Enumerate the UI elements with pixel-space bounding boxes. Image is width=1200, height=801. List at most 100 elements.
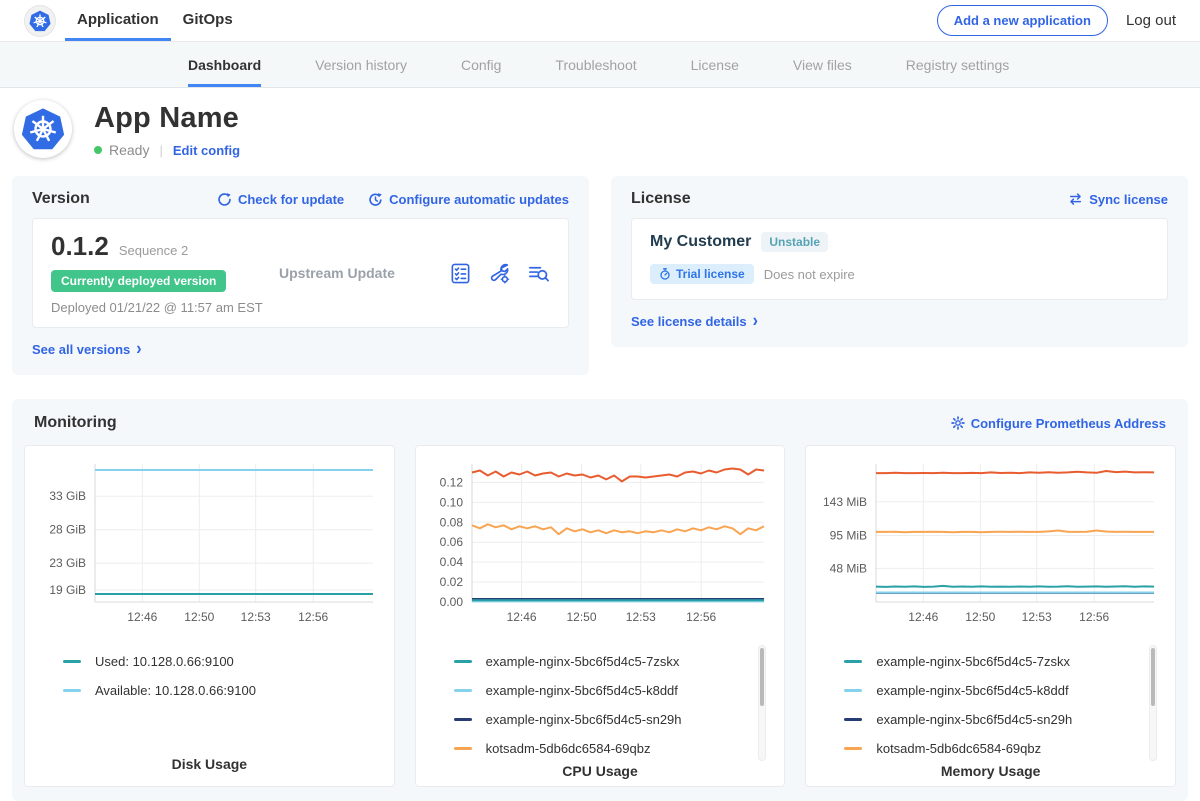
legend-scrollbar-thumb[interactable]	[760, 648, 764, 706]
legend-color-dash	[844, 747, 862, 750]
configure-prometheus-link[interactable]: Configure Prometheus Address	[951, 416, 1166, 431]
legend-color-dash	[63, 689, 81, 692]
legend-item: Used: 10.128.0.66:9100	[63, 647, 384, 676]
disk-usage-plot: 19 GiB23 GiB28 GiB33 GiB12:4612:5012:531…	[35, 456, 384, 633]
subnav-item-dashboard[interactable]: Dashboard	[188, 42, 261, 87]
svg-text:0.04: 0.04	[439, 555, 463, 569]
legend-label: example-nginx-5bc6f5d4c5-7zskx	[876, 654, 1070, 669]
version-card: Version Check for update Configure autom…	[12, 176, 589, 375]
legend-item: example-nginx-5bc6f5d4c5-7zskx	[844, 647, 1165, 676]
legend-label: example-nginx-5bc6f5d4c5-sn29h	[486, 712, 682, 727]
cpu-usage-card: 0.000.020.040.060.080.100.1212:4612:5012…	[415, 445, 786, 787]
status-dot	[94, 146, 102, 154]
topnav-tab-gitops[interactable]: GitOps	[171, 0, 245, 41]
chevron-right-icon: ›	[136, 344, 141, 356]
svg-text:12:50: 12:50	[966, 610, 996, 624]
subnav-item-config[interactable]: Config	[461, 42, 501, 87]
svg-text:12:53: 12:53	[1022, 610, 1052, 624]
chart-legend: example-nginx-5bc6f5d4c5-7zskx example-ng…	[816, 647, 1165, 763]
chart-legend: Used: 10.128.0.66:9100Available: 10.128.…	[35, 647, 384, 705]
svg-text:0.12: 0.12	[439, 475, 463, 489]
monitoring-card: Monitoring Configure Prometheus Address …	[12, 399, 1188, 801]
legend-scrollbar-thumb[interactable]	[1151, 648, 1155, 706]
svg-text:12:50: 12:50	[566, 610, 596, 624]
svg-text:23 GiB: 23 GiB	[49, 556, 86, 570]
legend-label: example-nginx-5bc6f5d4c5-7zskx	[486, 654, 680, 669]
legend-color-dash	[63, 660, 81, 663]
legend-scrollbar[interactable]	[758, 645, 766, 761]
config-wrench-icon[interactable]	[488, 262, 511, 285]
legend-item: example-nginx-5bc6f5d4c5-k8ddf	[844, 676, 1165, 705]
svg-text:0.06: 0.06	[439, 535, 463, 549]
view-diff-icon[interactable]	[527, 262, 550, 285]
top-nav: ApplicationGitOps Add a new application …	[0, 0, 1200, 42]
svg-text:0.10: 0.10	[439, 495, 463, 509]
svg-text:12:53: 12:53	[625, 610, 655, 624]
legend-item: example-nginx-5bc6f5d4c5-sn29h	[454, 705, 775, 734]
add-new-application-button[interactable]: Add a new application	[937, 5, 1108, 36]
cpu-usage-plot: 0.000.020.040.060.080.100.1212:4612:5012…	[426, 456, 775, 633]
subnav-item-license[interactable]: License	[691, 42, 739, 87]
svg-text:0.02: 0.02	[439, 575, 463, 589]
legend-label: example-nginx-5bc6f5d4c5-k8ddf	[876, 683, 1068, 698]
legend-label: example-nginx-5bc6f5d4c5-sn29h	[876, 712, 1072, 727]
channel-badge: Unstable	[761, 232, 828, 252]
see-license-details-link[interactable]: See license details ›	[631, 314, 758, 329]
memory-usage-card: 48 MiB95 MiB143 MiB12:4612:5012:5312:56e…	[805, 445, 1176, 787]
gear-icon	[951, 416, 965, 430]
preflight-checklist-icon[interactable]	[449, 262, 472, 285]
check-for-update-link[interactable]: Check for update	[217, 192, 344, 207]
legend-item: example-nginx-5bc6f5d4c5-k8ddf	[454, 676, 775, 705]
clock-refresh-icon	[368, 192, 383, 207]
svg-text:0.08: 0.08	[439, 515, 463, 529]
customer-name: My Customer	[650, 233, 751, 251]
svg-text:33 GiB: 33 GiB	[49, 489, 86, 503]
svg-text:143 MiB: 143 MiB	[823, 495, 867, 509]
subnav-item-troubleshoot[interactable]: Troubleshoot	[555, 42, 636, 87]
legend-color-dash	[454, 747, 472, 750]
legend-color-dash	[844, 689, 862, 692]
license-expiry: Does not expire	[764, 267, 855, 282]
see-all-versions-link[interactable]: See all versions ›	[32, 342, 142, 357]
legend-item: example-nginx-5bc6f5d4c5-7zskx	[454, 647, 775, 676]
topnav-tab-application[interactable]: Application	[65, 0, 171, 41]
version-number: 0.1.2	[51, 231, 109, 262]
kubernetes-logo-icon	[25, 6, 55, 36]
divider: |	[159, 143, 162, 158]
svg-text:19 GiB: 19 GiB	[49, 583, 86, 597]
legend-label: kotsadm-5db6dc6584-69qbz	[486, 741, 651, 756]
topnav-tabs: ApplicationGitOps	[65, 0, 245, 41]
license-card: License Sync license My Customer Unstabl…	[611, 176, 1188, 347]
version-card-title: Version	[32, 190, 90, 208]
page-title: App Name	[94, 102, 240, 135]
memory-usage-plot: 48 MiB95 MiB143 MiB12:4612:5012:5312:56	[816, 456, 1165, 633]
sync-license-link[interactable]: Sync license	[1068, 192, 1168, 207]
chart-title: Memory Usage	[816, 763, 1165, 779]
svg-text:48 MiB: 48 MiB	[830, 561, 867, 575]
subnav-item-version-history[interactable]: Version history	[315, 42, 407, 87]
svg-text:12:56: 12:56	[1080, 610, 1110, 624]
svg-text:0.00: 0.00	[439, 595, 463, 609]
legend-color-dash	[844, 660, 862, 663]
legend-color-dash	[454, 660, 472, 663]
chart-legend: example-nginx-5bc6f5d4c5-7zskx example-ng…	[426, 647, 775, 763]
subnav-item-registry-settings[interactable]: Registry settings	[906, 42, 1009, 87]
monitoring-title: Monitoring	[34, 414, 117, 432]
chart-title: Disk Usage	[35, 756, 384, 772]
disk-usage-card: 19 GiB23 GiB28 GiB33 GiB12:4612:5012:531…	[24, 445, 395, 787]
configure-automatic-updates-link[interactable]: Configure automatic updates	[368, 192, 569, 207]
svg-text:12:56: 12:56	[298, 610, 328, 624]
subnav-item-view-files[interactable]: View files	[793, 42, 852, 87]
app-sub-nav: Dashboard Version history Config Troublesho…	[0, 42, 1200, 88]
edit-config-link[interactable]: Edit config	[173, 143, 240, 158]
legend-label: example-nginx-5bc6f5d4c5-k8ddf	[486, 683, 678, 698]
legend-item: kotsadm-5db6dc6584-69qbz	[454, 734, 775, 763]
svg-text:28 GiB: 28 GiB	[49, 523, 86, 537]
svg-text:12:53: 12:53	[241, 610, 271, 624]
svg-text:95 MiB: 95 MiB	[830, 529, 867, 543]
chart-title: CPU Usage	[426, 763, 775, 779]
status-badge: Ready	[109, 142, 149, 158]
log-out-link[interactable]: Log out	[1126, 12, 1176, 29]
svg-text:12:46: 12:46	[127, 610, 157, 624]
legend-scrollbar[interactable]	[1149, 645, 1157, 761]
